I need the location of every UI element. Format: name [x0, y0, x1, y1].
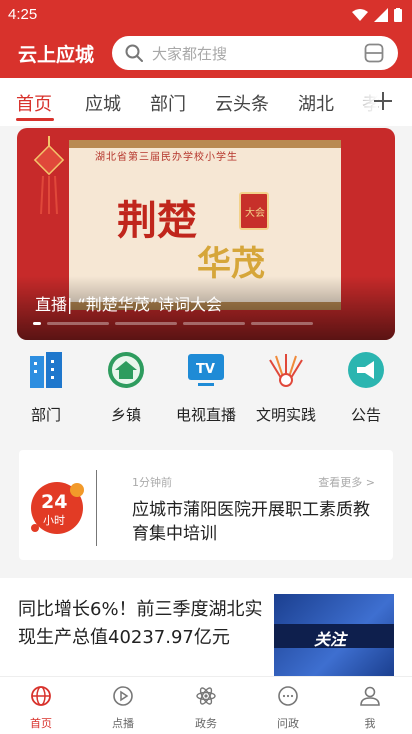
quick-item-label: 公告 [350, 406, 381, 424]
tv-icon: TV [188, 354, 224, 386]
nav-label: 政务 [195, 717, 217, 730]
status-icons [352, 8, 402, 22]
chinese-knot-icon [33, 136, 65, 215]
quick-item-civilization[interactable]: 文明实践 [246, 348, 326, 425]
quick-item-label: 文明实践 [255, 406, 316, 424]
nav-government[interactable]: 政务 [176, 685, 236, 731]
banner-seal: 大会 [239, 192, 269, 230]
news-headline[interactable]: 应城市蒲阳医院开展职工素质教育集中培训 [132, 498, 382, 546]
carousel-dot [115, 322, 177, 325]
quick-item-departments[interactable]: 部门 [6, 348, 86, 425]
banner-seal-text: 大会 [245, 208, 265, 219]
carousel-dot [47, 322, 109, 325]
tab-hubei[interactable]: 湖北 [298, 90, 334, 116]
announcement-icon [348, 352, 384, 388]
home-globe-icon [31, 686, 51, 706]
carousel-dot [33, 322, 41, 325]
add-channel-icon[interactable] [372, 90, 394, 112]
quick-entry-grid: 部门 乡镇 TV 电视直播 文明实践 公告 [0, 348, 412, 428]
24-hours-logo-icon: 24 小时 [31, 482, 84, 534]
nav-home[interactable]: 首页 [11, 685, 71, 731]
tab-cloud-headlines[interactable]: 云头条 [215, 90, 269, 116]
nav-inquiry[interactable]: 问政 [258, 685, 318, 731]
nav-label: 问政 [277, 717, 299, 730]
nav-label: 首页 [30, 717, 52, 730]
nav-label: 点播 [112, 717, 134, 730]
status-bar: 4:25 [0, 0, 412, 30]
news-title: 同比增长6%！前三季度湖北实现生产总值40237.97亿元 [18, 599, 263, 648]
signal-icon [374, 8, 388, 22]
news-list-item[interactable]: 同比增长6%！前三季度湖北实现生产总值40237.97亿元 关注 [0, 578, 412, 676]
search-icon [125, 44, 143, 62]
tab-active-indicator [16, 118, 54, 121]
logo-text: 小时 [43, 514, 65, 527]
battery-icon [394, 8, 402, 22]
person-icon [360, 686, 380, 706]
scan-icon[interactable] [364, 43, 384, 63]
quick-item-tv-live[interactable]: TV 电视直播 [166, 348, 246, 425]
quick-item-label: 部门 [30, 406, 61, 424]
thumbnail-label: 关注 [314, 630, 347, 649]
channel-tabs: 首页 应城 部门 云头条 湖北 孝 [0, 78, 412, 126]
building-icon [30, 352, 62, 388]
quick-item-label: 乡镇 [110, 406, 141, 424]
tab-yingcheng[interactable]: 应城 [85, 90, 121, 116]
carousel-banner[interactable]: 湖北省第三届民办学校小学生 荆楚 华茂 大会 直播| “荆楚华茂”诗词大会 [17, 128, 395, 340]
news-24h-card[interactable]: 24 小时 1分钟前 查看更多 > 应城市蒲阳医院开展职工素质教育集中培训 [19, 450, 393, 560]
search-placeholder: 大家都在搜 [152, 45, 228, 63]
status-time: 4:25 [8, 6, 38, 23]
play-icon [113, 686, 133, 706]
carousel-indicator [33, 322, 313, 325]
civilization-icon [269, 354, 303, 387]
banner-big-word-1: 荆楚 [117, 197, 197, 244]
wifi-icon [352, 9, 368, 21]
app-title: 云上应城 [18, 44, 95, 66]
logo-number: 24 [41, 491, 67, 513]
carousel-dot [251, 322, 313, 325]
app-header: 云上应城 大家都在搜 [0, 30, 412, 78]
news-thumbnail: 关注 [274, 594, 394, 676]
view-more-link[interactable]: 查看更多 > [318, 474, 375, 490]
search-box[interactable]: 大家都在搜 [112, 36, 398, 70]
atom-icon [196, 687, 216, 705]
nav-vod[interactable]: 点播 [93, 685, 153, 731]
nav-me[interactable]: 我 [340, 685, 400, 731]
svg-text:TV: TV [196, 362, 215, 377]
quick-item-towns[interactable]: 乡镇 [86, 348, 166, 425]
tab-home[interactable]: 首页 [16, 90, 52, 116]
bottom-navigation: 首页 点播 政务 问政 我 [0, 676, 412, 734]
tab-departments[interactable]: 部门 [150, 90, 186, 116]
town-icon [108, 352, 144, 388]
nav-label: 我 [364, 717, 376, 730]
banner-caption: 直播| “荆楚华茂”诗词大会 [35, 295, 223, 314]
carousel-dot [183, 322, 245, 325]
quick-item-announcements[interactable]: 公告 [326, 348, 406, 425]
chat-icon [278, 686, 298, 706]
quick-item-label: 电视直播 [175, 406, 236, 424]
card-divider [96, 470, 97, 546]
banner-scroll-line: 湖北省第三届民办学校小学生 [95, 152, 238, 163]
news-time-ago: 1分钟前 [132, 476, 172, 489]
